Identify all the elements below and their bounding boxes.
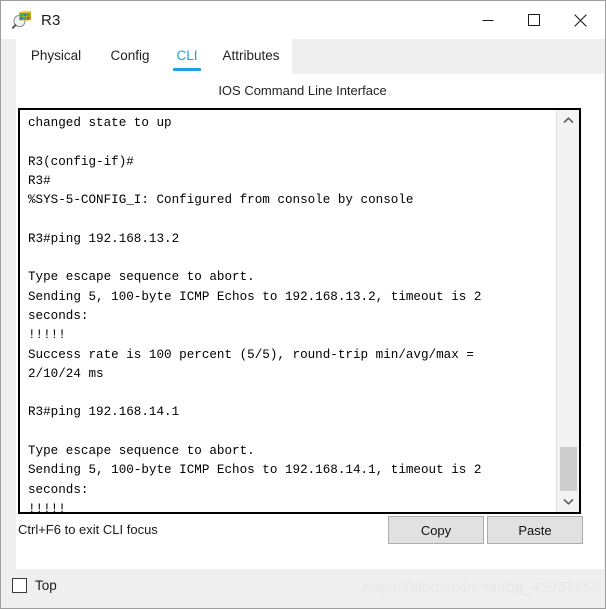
scrollbar-track[interactable] xyxy=(557,131,579,491)
tab-physical-label: Physical xyxy=(30,48,82,63)
watermark: https://blog.csdn.net/qq_42257666 xyxy=(363,579,600,596)
top-checkbox-label: Top xyxy=(35,578,57,593)
tab-attributes-label: Attributes xyxy=(222,48,280,63)
section-title: IOS Command Line Interface xyxy=(218,83,387,98)
copy-button-label: Copy xyxy=(420,522,452,538)
copy-button[interactable]: Copy xyxy=(388,516,484,544)
scrollbar-thumb[interactable] xyxy=(560,447,577,491)
window-controls xyxy=(465,5,603,35)
tab-cli-label: CLI xyxy=(176,48,198,63)
cli-output-text: changed state to up R3(config-if)# R3# %… xyxy=(28,116,482,514)
scroll-down-button[interactable] xyxy=(557,491,579,512)
cli-focus-hint: Ctrl+F6 to exit CLI focus xyxy=(18,522,158,537)
cli-window: R3 Physical Config CLI Attributes IOS Co… xyxy=(0,0,606,609)
packet-tracer-device-icon xyxy=(11,10,32,30)
cli-terminal[interactable]: changed state to up R3(config-if)# R3# %… xyxy=(18,108,581,514)
tab-cli[interactable]: CLI xyxy=(164,39,210,74)
chevron-up-icon xyxy=(563,117,574,124)
close-button[interactable] xyxy=(557,5,603,35)
minimize-button[interactable] xyxy=(465,5,511,35)
tab-active-indicator xyxy=(173,68,201,71)
tab-config-label: Config xyxy=(110,48,150,63)
top-checkbox[interactable] xyxy=(12,578,27,593)
tab-bar: Physical Config CLI Attributes xyxy=(16,39,604,74)
close-icon xyxy=(573,13,587,27)
maximize-icon xyxy=(528,14,540,26)
window-title: R3 xyxy=(41,11,61,29)
top-checkbox-row[interactable]: Top xyxy=(12,578,57,593)
paste-button-label: Paste xyxy=(518,522,552,538)
chevron-down-icon xyxy=(563,498,574,505)
cli-scrollbar[interactable] xyxy=(556,110,579,512)
paste-button[interactable]: Paste xyxy=(487,516,583,544)
scroll-up-button[interactable] xyxy=(557,110,579,131)
tab-physical[interactable]: Physical xyxy=(16,39,96,74)
tab-attributes[interactable]: Attributes xyxy=(210,39,292,74)
minimize-icon xyxy=(482,20,494,21)
maximize-button[interactable] xyxy=(511,5,557,35)
title-bar: R3 xyxy=(1,1,605,39)
tab-config[interactable]: Config xyxy=(96,39,164,74)
